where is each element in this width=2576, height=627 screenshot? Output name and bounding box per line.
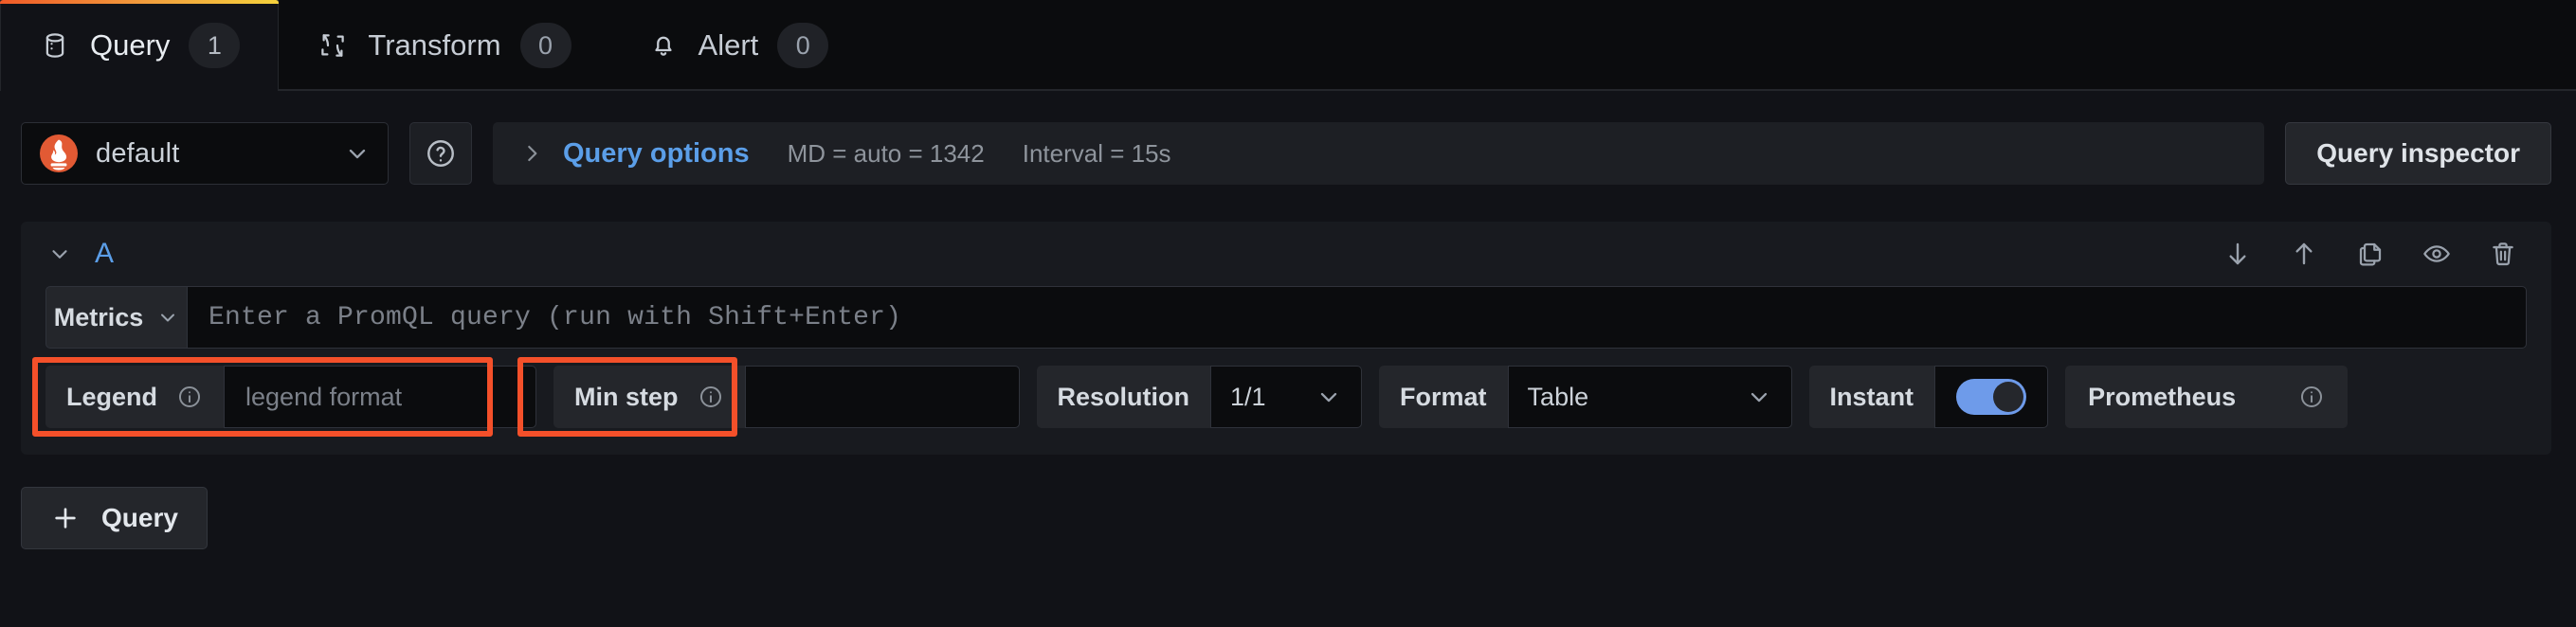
legend-label-group: Legend — [45, 366, 225, 428]
promql-query-input[interactable]: Enter a PromQL query (run with Shift+Ent… — [188, 286, 2527, 349]
arrow-up-icon — [2289, 239, 2319, 269]
legend-placeholder: legend format — [245, 382, 403, 411]
chevron-down-icon — [156, 306, 179, 329]
query-row-header: A — [21, 222, 2551, 286]
chevron-down-icon — [344, 140, 371, 167]
query-editor-panel: Query 1 Transform 0 Alert 0 default Quer… — [0, 0, 2576, 627]
legend-field: Legend legend format — [45, 366, 537, 428]
info-circle-icon[interactable] — [698, 384, 724, 410]
query-ref-id[interactable]: A — [95, 238, 114, 270]
min-step-label-group: Min step — [553, 366, 745, 428]
add-query-button[interactable]: Query — [21, 487, 208, 549]
move-query-up-button[interactable] — [2277, 226, 2331, 281]
plus-icon — [50, 503, 81, 533]
query-type-label-group: Prometheus — [2065, 366, 2349, 428]
query-row-actions — [2199, 226, 2531, 281]
instant-toggle[interactable] — [1934, 366, 2049, 428]
transform-icon — [317, 29, 349, 62]
format-value: Table — [1527, 382, 1589, 411]
query-options-toggle[interactable]: Query options — [563, 138, 750, 170]
arrow-down-icon — [2222, 239, 2253, 269]
tab-alert[interactable]: Alert 0 — [609, 0, 867, 91]
datasource-name: default — [96, 137, 180, 169]
format-label: Format — [1400, 382, 1487, 411]
database-icon — [39, 29, 71, 62]
tab-label: Query — [90, 28, 171, 62]
instant-field: Instant — [1808, 366, 2049, 428]
max-data-points-summary: MD = auto = 1342 — [787, 138, 985, 168]
tab-transform[interactable]: Transform 0 — [279, 0, 608, 91]
metrics-browser-button[interactable]: Metrics — [45, 286, 188, 349]
min-step-input[interactable] — [744, 366, 1020, 428]
query-editor-body: Metrics Enter a PromQL query (run with S… — [21, 286, 2551, 455]
query-options-row: Legend legend format Min step Resolution… — [32, 357, 2527, 437]
tab-count-badge: 1 — [189, 23, 241, 68]
resolution-value: 1/1 — [1230, 382, 1266, 411]
chevron-down-icon — [1315, 384, 1342, 410]
tab-query[interactable]: Query 1 — [0, 0, 280, 93]
info-circle-icon[interactable] — [2298, 384, 2325, 410]
datasource-picker[interactable]: default — [21, 122, 389, 185]
query-editor-row-a: A Metrics Enter a PromQL query (run with… — [21, 222, 2551, 455]
trash-icon — [2488, 239, 2518, 269]
collapse-query-icon[interactable] — [47, 242, 72, 266]
resolution-field: Resolution 1/1 — [1036, 366, 1363, 428]
format-select[interactable]: Table — [1507, 366, 1792, 428]
query-options-bar[interactable]: Query options MD = auto = 1342 Interval … — [493, 122, 2265, 185]
panel-editor-tabs: Query 1 Transform 0 Alert 0 — [0, 0, 2576, 93]
instant-label: Instant — [1829, 382, 1914, 411]
metrics-button-label: Metrics — [53, 302, 144, 331]
resolution-label-group: Resolution — [1036, 366, 1211, 428]
min-step-label: Min step — [574, 382, 679, 411]
instant-label-group: Instant — [1808, 366, 1935, 428]
instant-toggle-track — [1956, 379, 2027, 415]
datasource-toolbar: default Query options MD = auto = 1342 I… — [0, 91, 2576, 195]
move-query-down-button[interactable] — [2210, 226, 2265, 281]
resolution-label: Resolution — [1057, 382, 1190, 411]
promql-row: Metrics Enter a PromQL query (run with S… — [45, 286, 2527, 349]
tab-count-badge: 0 — [519, 23, 571, 68]
promql-placeholder: Enter a PromQL query (run with Shift+Ent… — [209, 302, 902, 332]
add-query-label: Query — [101, 503, 178, 532]
info-circle-icon[interactable] — [176, 384, 203, 410]
prometheus-logo — [39, 134, 79, 173]
legend-format-input[interactable]: legend format — [224, 366, 537, 428]
interval-summary: Interval = 15s — [1022, 138, 1171, 168]
query-type-label: Prometheus — [2088, 382, 2237, 411]
legend-label: Legend — [66, 382, 158, 411]
query-inspector-button[interactable]: Query inspector — [2285, 122, 2551, 185]
tab-label: Alert — [698, 28, 759, 62]
format-label-group: Format — [1379, 366, 1508, 428]
format-field: Format Table — [1379, 366, 1792, 428]
query-type-field: Prometheus — [2065, 366, 2349, 428]
bell-icon — [647, 29, 680, 62]
datasource-help-button[interactable] — [409, 122, 472, 185]
resolution-select[interactable]: 1/1 — [1210, 366, 1363, 428]
min-step-field: Min step — [553, 366, 1020, 428]
remove-query-button[interactable] — [2476, 226, 2531, 281]
chevron-right-icon — [519, 141, 544, 166]
add-query-row: Query — [0, 455, 2576, 549]
duplicate-query-button[interactable] — [2343, 226, 2398, 281]
tab-label: Transform — [368, 28, 501, 62]
copy-icon — [2355, 239, 2386, 269]
instant-toggle-knob — [1993, 382, 2024, 412]
question-circle-icon — [425, 137, 457, 170]
eye-icon — [2422, 239, 2452, 269]
tab-count-badge: 0 — [777, 23, 829, 68]
chevron-down-icon — [1746, 384, 1772, 410]
toggle-query-visibility-button[interactable] — [2409, 226, 2464, 281]
